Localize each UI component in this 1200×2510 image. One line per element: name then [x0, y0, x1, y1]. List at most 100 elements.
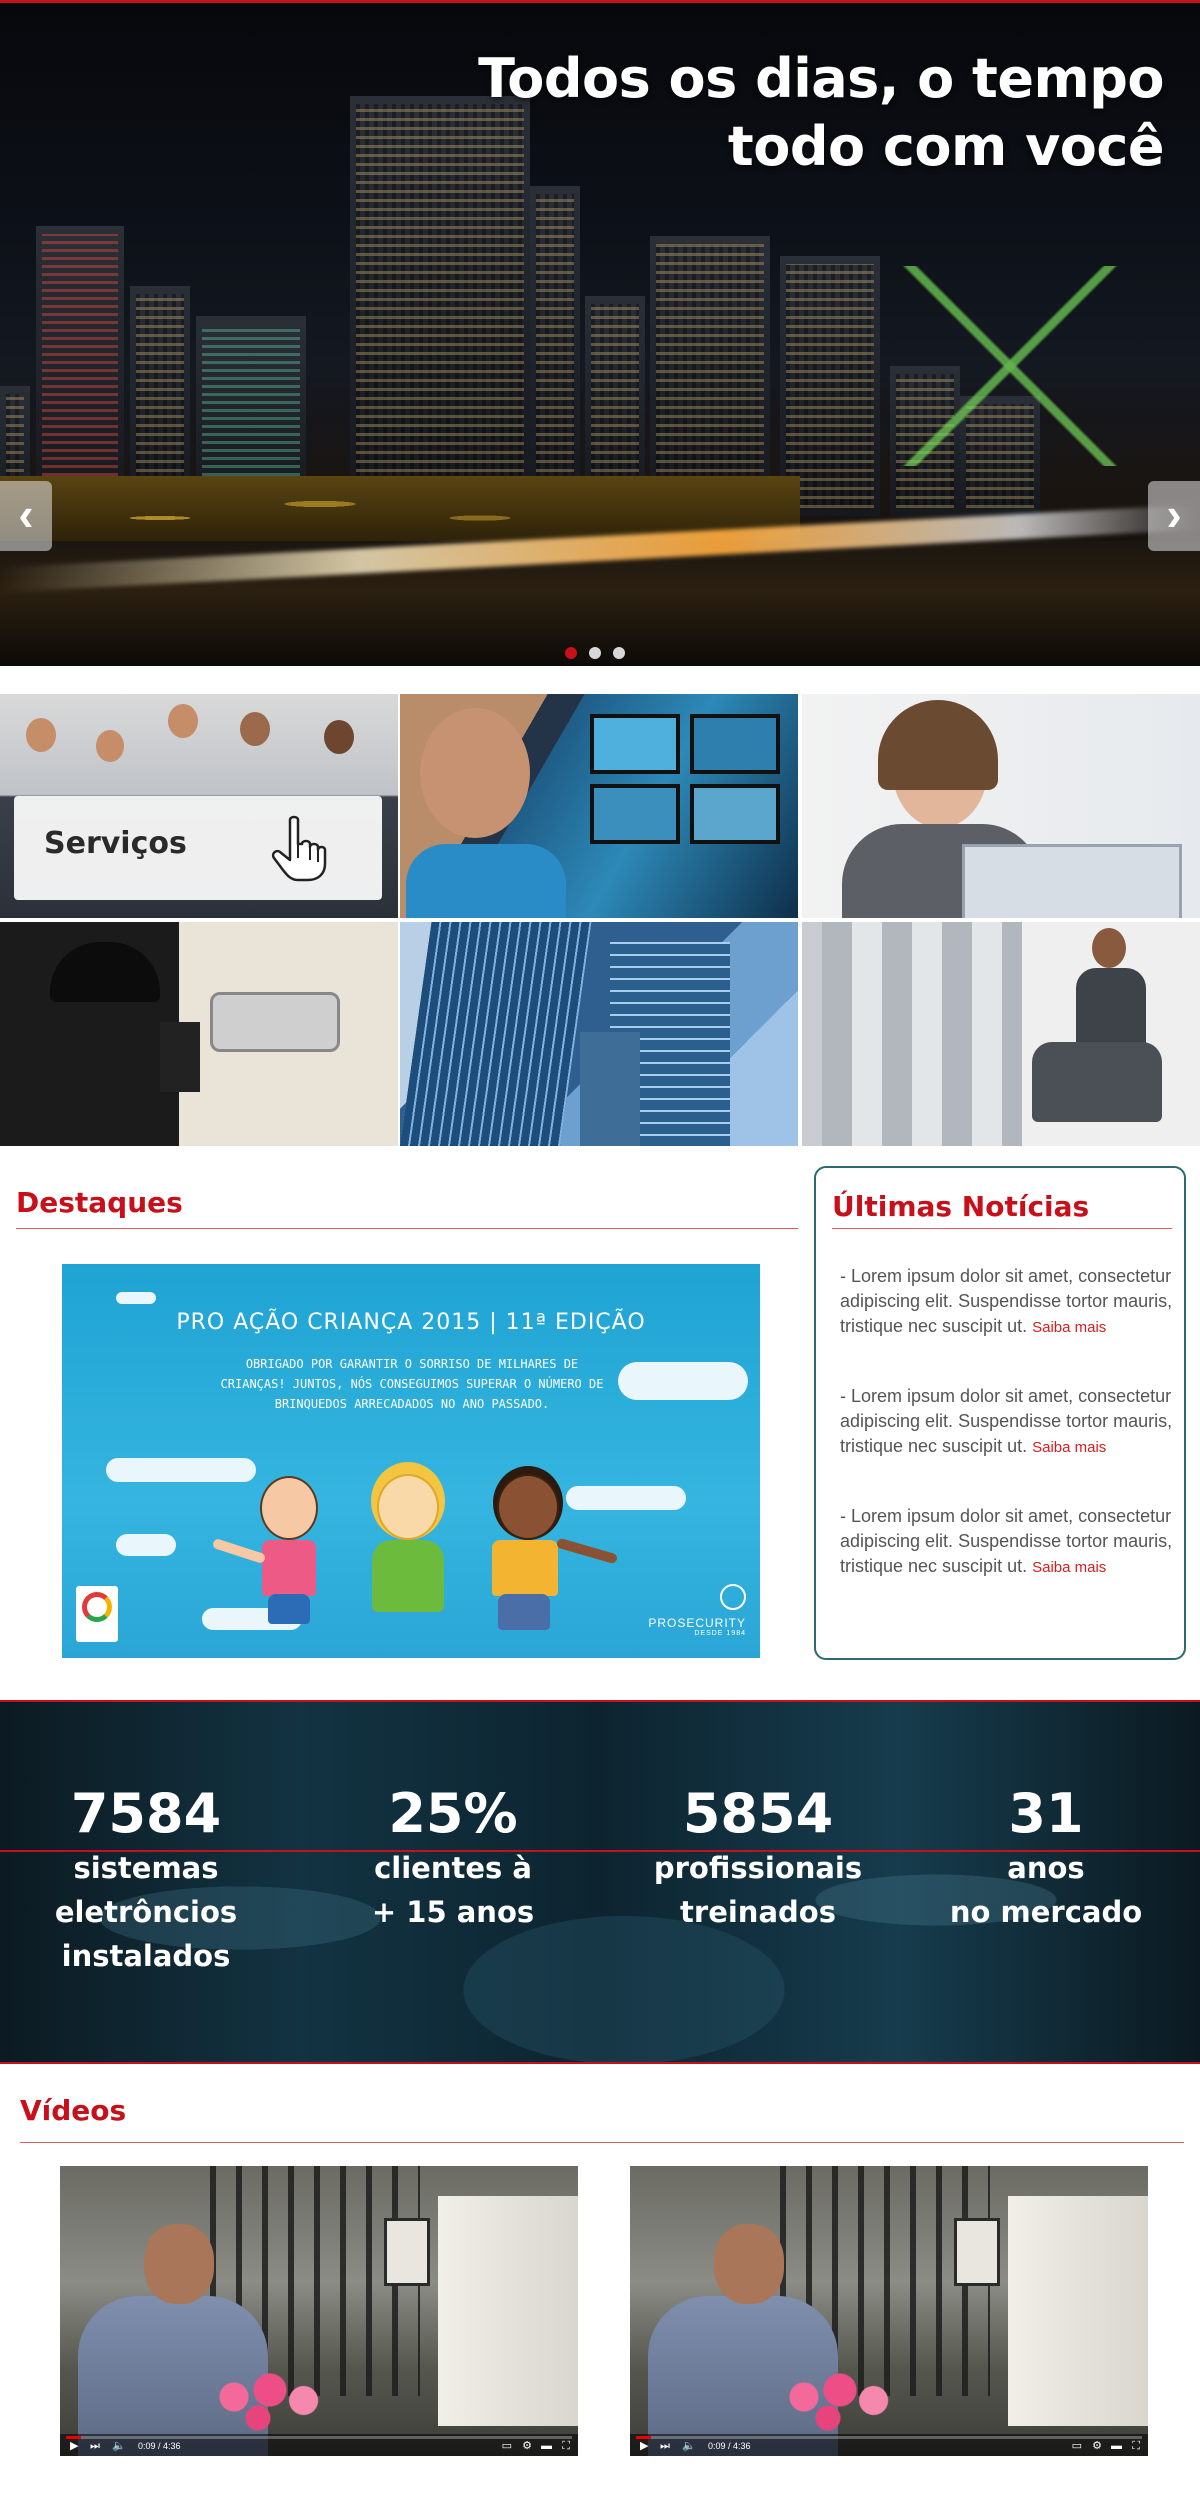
person: [168, 704, 198, 738]
read-more-link[interactable]: Saiba mais: [1032, 1559, 1106, 1576]
flowers: [210, 2362, 330, 2432]
hero-title-line: todo com você: [727, 115, 1165, 178]
man-head: [144, 2224, 214, 2304]
play-icon[interactable]: ▶: [70, 2438, 78, 2454]
campaign-logo-icon: [82, 1592, 112, 1622]
cap: [50, 942, 160, 1002]
arm: [555, 1537, 619, 1565]
slider-dot[interactable]: [613, 647, 625, 659]
arm: [211, 1537, 267, 1565]
person: [1092, 928, 1126, 968]
monitor: [590, 714, 680, 774]
captions-icon[interactable]: ▭: [502, 2438, 512, 2454]
stat-clients: 25% clientes à + 15 anos: [313, 1782, 593, 1934]
tile-cleaning[interactable]: [802, 922, 1200, 1146]
theater-icon[interactable]: ▬: [541, 2438, 552, 2454]
wall: [438, 2196, 578, 2426]
highlights-title: Destaques: [16, 1186, 183, 1219]
highlights-rule: [16, 1228, 798, 1229]
shirt: [406, 844, 566, 918]
news-title: Últimas Notícias: [832, 1190, 1090, 1223]
stat-years: 31 anos no mercado: [906, 1782, 1186, 1934]
person: [420, 708, 530, 838]
video-controls: ▶ ⏭ 🔈 0:09 / 4:36 ▭ ⚙ ▬ ⛶: [60, 2434, 578, 2456]
stat-label: anos no mercado: [949, 1851, 1143, 1929]
banner-subtitle: Obrigado por garantir o sorriso de milha…: [220, 1357, 604, 1411]
cloud: [106, 1458, 256, 1482]
tile-guard[interactable]: [0, 922, 398, 1146]
cloud: [566, 1486, 686, 1510]
tile-office[interactable]: [802, 694, 1200, 918]
tile-staff[interactable]: Serviços: [0, 694, 398, 918]
next-icon[interactable]: ⏭: [90, 2438, 100, 2454]
hero-slider: Todos os dias, o tempo todo com você ‹ ›: [0, 0, 1200, 666]
radio: [160, 1022, 200, 1092]
stat-professionals: 5854 profissionais treinados: [618, 1782, 898, 1934]
tile-monitoring[interactable]: [400, 694, 798, 918]
kid-boy-shirt: [262, 1540, 316, 1596]
kid-boy-2-pants: [498, 1594, 550, 1630]
play-icon[interactable]: ▶: [640, 2438, 648, 2454]
news-item-text: - Lorem ipsum dolor sit amet, consectetu…: [840, 1386, 1173, 1456]
captions-icon[interactable]: ▭: [1072, 2438, 1082, 2454]
man-head: [714, 2224, 784, 2304]
news-item-text: - Lorem ipsum dolor sit amet, consectetu…: [840, 1506, 1173, 1576]
videos-title: Vídeos: [20, 2094, 127, 2127]
stat-value: 5854: [682, 1782, 834, 1845]
wall: [1008, 2196, 1148, 2426]
kid-girl-dress: [372, 1540, 444, 1612]
glass-wall: [822, 922, 1022, 1146]
settings-icon[interactable]: ⚙: [522, 2438, 532, 2454]
monitor: [690, 714, 780, 774]
video-time: 0:09 / 4:36: [138, 2441, 181, 2451]
kid-boy-shorts: [268, 1594, 310, 1624]
fullscreen-icon[interactable]: ⛶: [1132, 2438, 1140, 2454]
globe-icon: [720, 1584, 746, 1610]
stat-label: sistemas eletrôncios instalados: [54, 1851, 238, 1973]
laptop: [962, 844, 1182, 918]
fullscreen-icon[interactable]: ⛶: [562, 2438, 570, 2454]
video-player[interactable]: ▶ ⏭ 🔈 0:09 / 4:36 ▭ ⚙ ▬ ⛶: [60, 2166, 578, 2456]
camera: [210, 992, 340, 1052]
person: [240, 712, 270, 746]
latest-news-box: Últimas Notícias - Lorem ipsum dolor sit…: [814, 1166, 1186, 1660]
hair: [878, 700, 998, 790]
campaign-banner[interactable]: PRO AÇÃO CRIANÇA 2015 | 11ª EDIÇÃO Obrig…: [62, 1264, 760, 1658]
person: [324, 720, 354, 754]
kid-boy-2-shirt: [492, 1540, 558, 1596]
settings-icon[interactable]: ⚙: [1092, 2438, 1102, 2454]
news-rule: [832, 1228, 1172, 1229]
news-item: - Lorem ipsum dolor sit amet, consectetu…: [840, 1264, 1176, 1340]
slider-dot[interactable]: [589, 647, 601, 659]
volume-icon[interactable]: 🔈: [682, 2438, 696, 2454]
worker: [1076, 968, 1146, 1048]
video-player[interactable]: ▶ ⏭ 🔈 0:09 / 4:36 ▭ ⚙ ▬ ⛶: [630, 2166, 1148, 2456]
read-more-link[interactable]: Saiba mais: [1032, 1439, 1106, 1456]
tile-buildings[interactable]: [400, 922, 798, 1146]
campaign-logo: [76, 1586, 118, 1642]
floor-scrubber: [1032, 1042, 1162, 1122]
services-button[interactable]: Serviços: [14, 796, 382, 900]
videos-rule: [20, 2142, 1184, 2143]
stat-value: 25%: [388, 1782, 518, 1845]
hero-title-line: Todos os dias, o tempo: [478, 47, 1164, 110]
cloud: [618, 1362, 748, 1400]
slider-dot[interactable]: [565, 647, 577, 659]
cloud: [116, 1534, 176, 1556]
news-item: - Lorem ipsum dolor sit amet, consectetu…: [840, 1384, 1176, 1460]
stat-label: clientes à + 15 anos: [371, 1851, 535, 1929]
building: [400, 922, 592, 1146]
stat-value: 7584: [70, 1782, 222, 1845]
volume-icon[interactable]: 🔈: [112, 2438, 126, 2454]
banner-title: PRO AÇÃO CRIANÇA 2015 | 11ª EDIÇÃO: [176, 1310, 646, 1335]
slider-next-button[interactable]: ›: [1148, 481, 1200, 551]
chevron-left-icon: ‹: [18, 488, 34, 540]
stat-systems: 7584 sistemas eletrôncios instalados: [6, 1782, 286, 1978]
theater-icon[interactable]: ▬: [1111, 2438, 1122, 2454]
kid-girl: [377, 1474, 439, 1540]
video-intercom: [954, 2218, 1000, 2286]
slider-prev-button[interactable]: ‹: [0, 481, 52, 551]
chevron-right-icon: ›: [1166, 488, 1182, 540]
next-icon[interactable]: ⏭: [660, 2438, 670, 2454]
read-more-link[interactable]: Saiba mais: [1032, 1319, 1106, 1336]
